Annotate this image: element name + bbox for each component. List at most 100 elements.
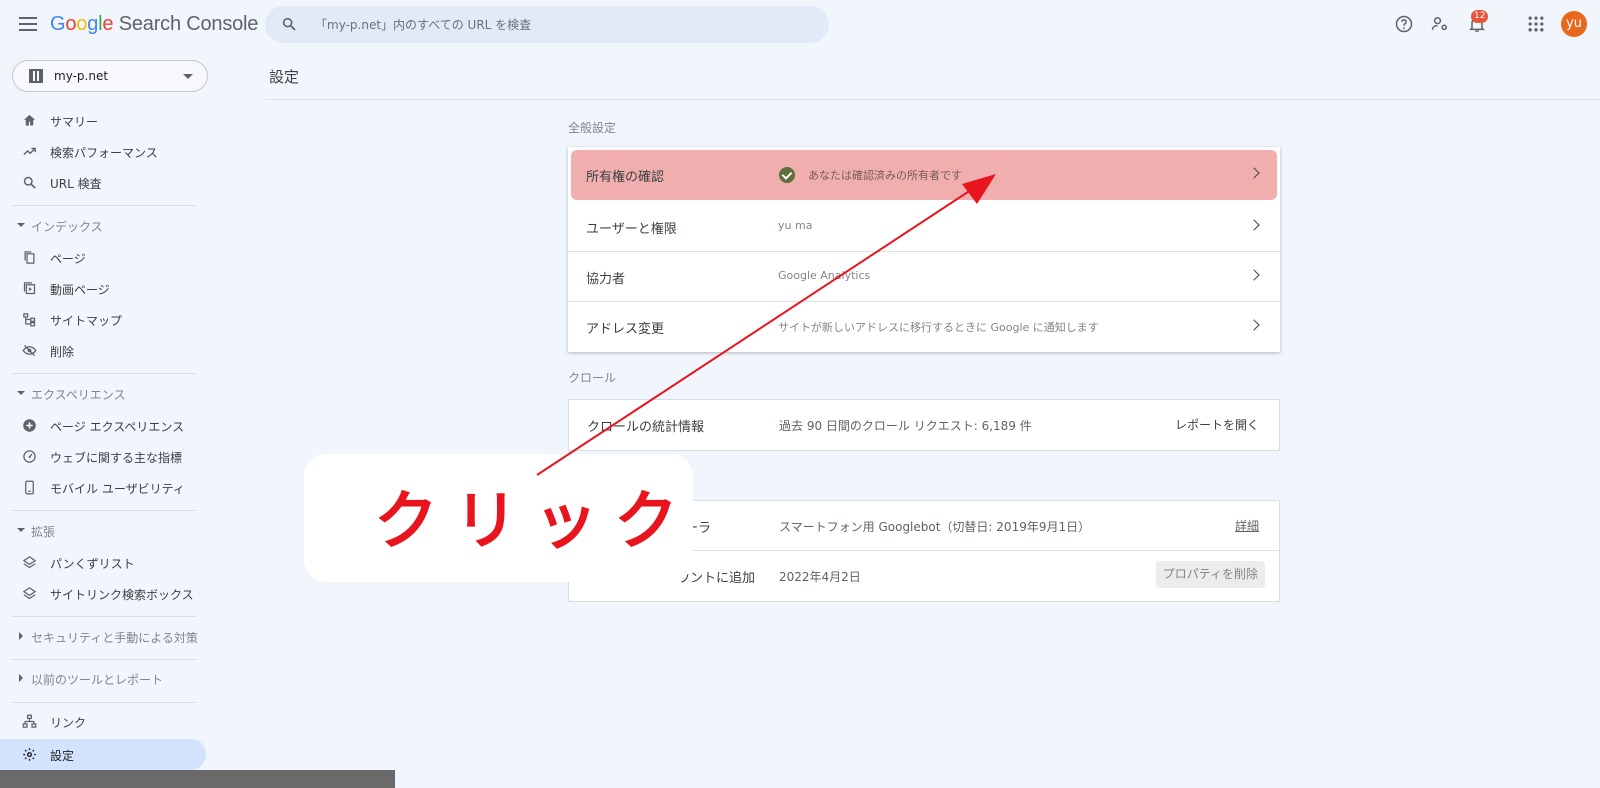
bottom-overlay-bar [0, 770, 395, 788]
sidebar-item-label: URL 検査 [50, 177, 102, 191]
section-label: セキュリティと手動による対策 [31, 631, 198, 645]
sidebar-divider [12, 205, 196, 206]
sidebar-divider [12, 616, 196, 617]
chevron-down-icon [183, 74, 193, 79]
row-value: 過去 90 日間のクロール リクエスト: 6,189 件 [779, 419, 1032, 433]
expand-triangle-icon [17, 223, 25, 227]
sidebar-item-removals[interactable]: 削除 [0, 335, 206, 366]
add-circle-icon [23, 419, 36, 432]
property-icon [29, 69, 43, 83]
section-label-crawl: クロール [568, 371, 617, 385]
row-value: Google Analytics [778, 269, 871, 282]
chevron-right-icon [1248, 269, 1260, 281]
expand-triangle-icon [17, 391, 25, 395]
page-title: 設定 [269, 68, 300, 86]
product-name: Search Console [118, 13, 259, 35]
annotation-click-text: クリック [374, 485, 694, 559]
sidebar-item-label: サマリー [50, 115, 99, 129]
sidebar-item-summary[interactable]: サマリー [0, 105, 206, 136]
menu-icon[interactable] [18, 14, 38, 34]
smartphone-icon [25, 480, 34, 495]
visibility-off-icon [22, 345, 37, 356]
sidebar-section-experience[interactable]: エクスペリエンス [0, 382, 206, 406]
avatar[interactable]: yu [1561, 11, 1587, 37]
row-value: あなたは確認済みの所有者です [808, 169, 962, 182]
section-label: エクスペリエンス [31, 388, 126, 402]
sidebar-divider [12, 702, 196, 703]
sidebar-item-sitemaps[interactable]: サイトマップ [0, 304, 206, 335]
sidebar-item-label: 動画ページ [50, 283, 110, 297]
sidebar-divider [12, 659, 196, 660]
row-value: スマートフォン用 Googlebot（切替日: 2019年9月1日） [779, 520, 1091, 534]
sidebar-item-label: 検索パフォーマンス [50, 146, 158, 160]
verified-check-icon [779, 167, 795, 183]
annotation-arrow-icon [536, 174, 996, 476]
section-label: インデックス [31, 220, 103, 234]
sidebar-item-mobile-usability[interactable]: モバイル ユーザビリティ [0, 472, 206, 503]
sidebar-item-label: モバイル ユーザビリティ [50, 482, 185, 496]
layers-icon [22, 556, 37, 569]
settings-row-crawl-stats[interactable]: クロールの統計情報 過去 90 日間のクロール リクエスト: 6,189 件 レ… [569, 400, 1279, 450]
row-label: クロールの統計情報 [587, 420, 705, 435]
sidebar-item-video-pages[interactable]: 動画ページ [0, 273, 206, 304]
settings-row-users[interactable]: ユーザーと権限 yu ma [568, 202, 1280, 252]
property-name: my-p.net [54, 69, 109, 83]
sidebar-item-url-inspection[interactable]: URL 検査 [0, 167, 206, 198]
search-input[interactable] [315, 6, 795, 43]
apps-grid-icon[interactable] [1526, 14, 1546, 34]
trending-up-icon [23, 147, 36, 156]
property-selector[interactable]: my-p.net [12, 60, 208, 92]
sidebar-section-security[interactable]: セキュリティと手動による対策 [0, 625, 206, 649]
crawl-card: クロールの統計情報 過去 90 日間のクロール リクエスト: 6,189 件 レ… [568, 399, 1280, 451]
help-icon[interactable] [1394, 14, 1414, 34]
sidebar-item-label: 設定 [50, 749, 75, 763]
sidebar-item-label: ページ エクスペリエンス [50, 420, 185, 434]
pages-icon [24, 251, 35, 264]
row-value: 2022年4月2日 [779, 570, 861, 584]
sidebar-item-sitelinks-searchbox[interactable]: サイトリンク検索ボックス [0, 578, 206, 609]
sidebar-item-label: リンク [50, 716, 87, 730]
general-settings-card: 所有権の確認 あなたは確認済みの所有者です ユーザーと権限 yu ma 協力者 … [568, 147, 1280, 352]
layers-icon [22, 587, 37, 600]
links-network-icon [22, 714, 37, 728]
sidebar-item-label: サイトリンク検索ボックス [50, 588, 194, 602]
sidebar-item-label: ウェブに関する主な指標 [50, 451, 183, 465]
expand-triangle-icon [17, 528, 25, 532]
sidebar-section-legacy[interactable]: 以前のツールとレポート [0, 667, 206, 691]
collapsed-triangle-icon [19, 674, 23, 682]
sidebar-divider [12, 510, 196, 511]
sidebar-item-settings[interactable]: 設定 [0, 739, 206, 770]
settings-row-change-address[interactable]: アドレス変更 サイトが新しいアドレスに移行するときに Google に通知します [568, 302, 1280, 352]
settings-row-associations[interactable]: 協力者 Google Analytics [568, 252, 1280, 302]
sidebar-section-enhancements[interactable]: 拡張 [0, 519, 206, 543]
remove-property-button[interactable]: プロパティを削除 [1155, 561, 1265, 588]
home-icon [23, 114, 36, 126]
top-app-bar: Google Search Console 12 yu [0, 0, 1600, 50]
sidebar-divider [12, 373, 196, 374]
sidebar-item-pages[interactable]: ページ [0, 242, 206, 273]
chevron-right-icon [1248, 319, 1260, 331]
row-label: 協力者 [586, 272, 626, 287]
notifications-badge: 12 [1471, 10, 1489, 23]
row-value: サイトが新しいアドレスに移行するときに Google に通知します [778, 321, 1099, 334]
url-inspect-search[interactable] [265, 6, 829, 43]
sidebar-item-links[interactable]: リンク [0, 706, 206, 737]
details-link[interactable]: 詳細 [1235, 517, 1259, 534]
video-pages-icon [23, 282, 36, 295]
settings-row-ownership[interactable]: 所有権の確認 あなたは確認済みの所有者です [571, 150, 1277, 200]
logo[interactable]: Google Search Console [50, 13, 258, 36]
account-settings-icon[interactable] [1430, 14, 1450, 34]
row-label: 所有権の確認 [586, 170, 665, 185]
sidebar-item-core-web-vitals[interactable]: ウェブに関する主な指標 [0, 441, 206, 472]
chevron-right-icon [1248, 167, 1260, 179]
section-label-general: 全般設定 [568, 121, 617, 135]
section-label: 以前のツールとレポート [31, 673, 164, 687]
header-divider [265, 99, 1600, 100]
sidebar-item-label: サイトマップ [50, 314, 123, 328]
sidebar-item-performance[interactable]: 検索パフォーマンス [0, 136, 206, 167]
chevron-right-icon [1248, 219, 1260, 231]
sidebar-item-breadcrumbs[interactable]: パンくずリスト [0, 547, 206, 578]
open-report-link[interactable]: レポートを開く [1175, 416, 1259, 433]
sidebar-section-index[interactable]: インデックス [0, 214, 206, 238]
sidebar-item-page-experience[interactable]: ページ エクスペリエンス [0, 410, 206, 441]
